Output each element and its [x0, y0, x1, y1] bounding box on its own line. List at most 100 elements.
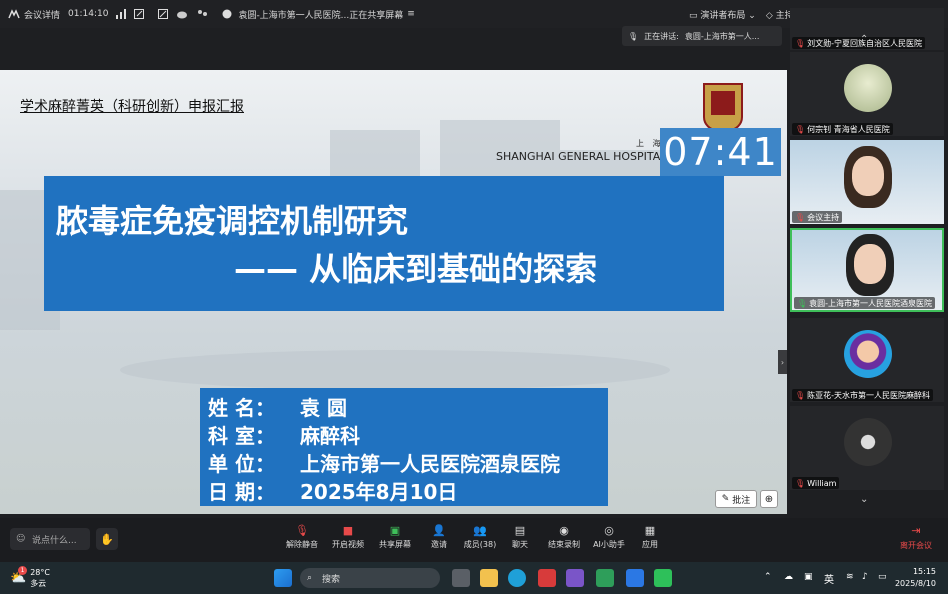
chat-button[interactable]: ▤ 聊天 [498, 524, 542, 550]
mic-muted-icon: 🎙 [795, 212, 806, 222]
hospital-name-en: SHANGHAI GENERAL HOSPITAL [496, 150, 667, 163]
scroll-down-icon[interactable]: ⌄ [860, 494, 868, 505]
cloud-icon[interactable] [176, 9, 188, 19]
slide-title: 脓毒症免疫调控机制研究 [56, 202, 409, 240]
speaking-name: 袁圆-上海市第一人... [684, 31, 760, 41]
taskbar-search[interactable]: ⌕ 搜索 [300, 568, 440, 588]
mic-off-icon: 🎙 [295, 524, 309, 537]
zoom-icon[interactable]: ⊕ [760, 490, 778, 508]
signal-icon[interactable] [116, 9, 127, 19]
unmute-button[interactable]: 🎙 解除静音 [280, 524, 324, 550]
weather-widget[interactable]: ⛅ 1 28°C 多云 [10, 566, 50, 589]
ai-assistant-button[interactable]: ◎ AI小助手 [587, 524, 631, 550]
info-value: 袁 圆 [300, 396, 347, 420]
tencent-meeting-icon[interactable] [626, 569, 644, 587]
clock-date: 2025/8/10 [894, 579, 936, 588]
scroll-up-icon[interactable]: ⌃ [860, 34, 868, 45]
meeting-details-button[interactable]: 会议详情 [8, 8, 60, 21]
start-menu-icon[interactable] [274, 569, 292, 587]
presenter-layout-button[interactable]: ▭ 演讲者布局 ⌄ [689, 8, 756, 21]
participant-name: 袁圆-上海市第一人民医院酒泉医院 [809, 298, 933, 308]
speaking-indicator: 🎙 正在讲话: 袁圆-上海市第一人... [622, 26, 782, 46]
participant-label: 🎙 刘文勋-宁夏回族自治区人民医院 [792, 37, 926, 49]
screen-share-status-icon [222, 9, 232, 19]
wps-office-icon[interactable] [538, 569, 556, 587]
tray-meeting-icon[interactable]: ▣ [804, 572, 813, 582]
edge-browser-icon[interactable] [508, 569, 526, 587]
avatar [844, 64, 892, 112]
sharing-title: 袁圆-上海市第一人民医院...正在共享屏幕 [238, 10, 404, 21]
raise-hand-icon[interactable]: ✋ [96, 528, 118, 550]
participant-tile[interactable]: 🎙 William [790, 406, 944, 490]
start-video-label: 开启视频 [332, 540, 364, 549]
leave-icon: ⇥ [911, 524, 921, 537]
invite-button[interactable]: 👤 邀请 [417, 524, 461, 550]
participant-face [852, 156, 884, 196]
info-value: 2025年8月10日 [300, 480, 458, 504]
participant-tile-active-speaker[interactable]: 🎙 袁圆-上海市第一人民医院酒泉医院 [790, 228, 944, 312]
sharing-status[interactable]: 袁圆-上海市第一人民医院...正在共享屏幕 ≡ [222, 8, 415, 21]
task-view-icon[interactable] [452, 569, 470, 587]
slide-title-box: 脓毒症免疫调控机制研究 —— 从临床到基础的探索 [44, 176, 724, 311]
people-icon[interactable] [196, 9, 208, 19]
apps-button[interactable]: ▦ 应用 [628, 524, 672, 550]
file-explorer-icon[interactable] [480, 569, 498, 587]
info-label: 科 室： [208, 424, 275, 448]
speaking-label: 正在讲话: [644, 31, 679, 41]
volume-icon[interactable]: ♪ [862, 572, 868, 582]
participant-tile[interactable]: 🎙 会议主持 [790, 140, 944, 224]
mic-muted-icon: 🎙 [795, 478, 806, 488]
annotate-toolbar-icon[interactable] [158, 9, 169, 19]
share-screen-button[interactable]: ▣ 共享屏幕 [373, 524, 417, 550]
duration-text: 01:14:10 [68, 9, 109, 19]
participant-label: 🎙 会议主持 [792, 211, 843, 223]
leave-meeting-button[interactable]: ⇥ 离开会议 [894, 524, 938, 551]
battery-icon[interactable]: ▭ [878, 572, 887, 582]
popout-icon[interactable] [134, 9, 145, 19]
search-icon: ⌕ [307, 573, 313, 583]
wifi-icon[interactable]: ≋ [846, 572, 854, 582]
meeting-details-label: 会议详情 [24, 10, 61, 21]
participant-label: 🎙 袁圆-上海市第一人民医院酒泉医院 [794, 297, 936, 309]
chat-quick-input[interactable]: ☺ 说点什么... [10, 528, 90, 550]
members-button[interactable]: 👥 成员(38) [458, 524, 502, 550]
info-row: 日 期： 2025年8月10日 [208, 476, 608, 504]
share-screen-icon: ▣ [389, 524, 401, 537]
slide-subtitle: —— 从临床到基础的探索 [234, 250, 598, 288]
smile-icon: ☺ [16, 534, 26, 544]
shared-screen: 学术麻醉菁英（科研创新）申报汇报 上 海 SHANGHAI GENERAL HO… [0, 70, 787, 514]
end-recording-button[interactable]: ◉ 结束录制 [542, 524, 586, 550]
unmute-label: 解除静音 [286, 540, 318, 549]
tray-app-icon[interactable]: ☁ [784, 572, 793, 582]
hospital-logo [703, 83, 743, 131]
system-clock[interactable]: 15:15 2025/8/10 [895, 566, 936, 590]
members-label: 成员(38) [463, 540, 497, 549]
collapse-sidebar-icon[interactable]: › [778, 350, 787, 374]
weather-badge: 1 [18, 566, 27, 575]
chat-icon: ▤ [514, 524, 526, 537]
info-label: 日 期： [208, 480, 275, 504]
participant-tile[interactable]: 🎙 陈亚花-天水市第一人民医院麻醉科 [790, 318, 944, 402]
participant-label: 🎙 何宗钊 青海省人民医院 [792, 123, 893, 135]
participant-panel: 🎙 刘文勋-宁夏回族自治区人民医院 🎙 何宗钊 青海省人民医院 🎙 会议主持 🎙 袁圆-… [788, 8, 948, 518]
wechat-icon[interactable] [654, 569, 672, 587]
invite-label: 邀请 [431, 540, 447, 549]
annotate-button[interactable]: ✎ 批注 [715, 490, 757, 508]
presentation-timer: 07:41 [660, 128, 781, 176]
start-video-button[interactable]: ■ 开启视频 [326, 524, 370, 550]
participant-face [854, 244, 886, 284]
participant-tile[interactable]: 🎙 何宗钊 青海省人民医院 [790, 52, 944, 136]
clock-time: 15:15 [912, 567, 936, 576]
ime-indicator[interactable]: 英 [824, 571, 834, 586]
app-icon[interactable] [596, 569, 614, 587]
participant-label: 🎙 William [792, 477, 840, 489]
info-row: 姓 名： 袁 圆 [208, 392, 608, 420]
tray-chevron-icon[interactable]: ⌃ [764, 572, 772, 582]
mic-muted-icon: 🎙 [795, 38, 806, 48]
info-row: 科 室： 麻醉科 [208, 420, 608, 448]
participant-name: William [807, 478, 837, 488]
participant-name: 陈亚花-天水市第一人民医院麻醉科 [807, 390, 931, 400]
info-value: 上海市第一人民医院酒泉医院 [300, 452, 560, 476]
speaker-mic-icon: 🎙 [628, 31, 639, 41]
app-icon[interactable] [566, 569, 584, 587]
